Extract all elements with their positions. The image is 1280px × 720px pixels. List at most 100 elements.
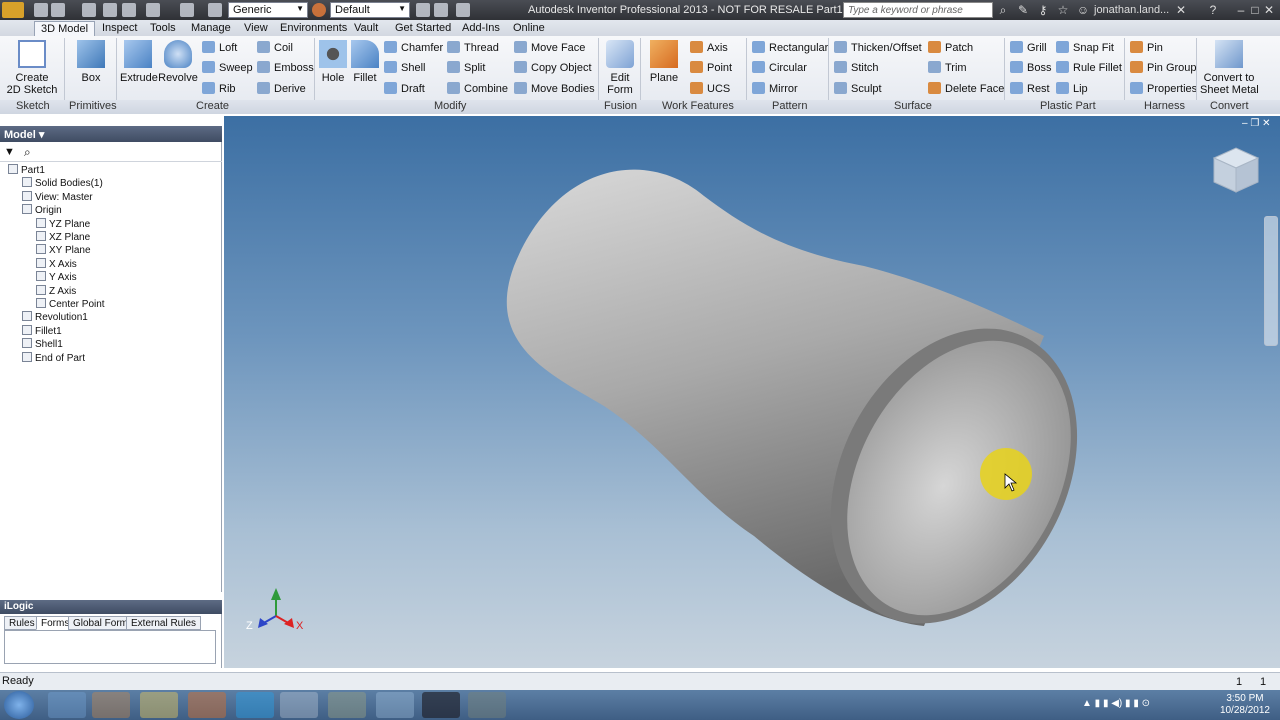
ilogic-header[interactable]: iLogic	[0, 600, 222, 614]
mirror-button[interactable]: Mirror	[752, 82, 798, 96]
redo-icon[interactable]	[122, 3, 136, 17]
calculator-icon[interactable]	[280, 692, 318, 718]
point-button[interactable]: Point	[690, 61, 732, 75]
copy-object-button[interactable]: Copy Object	[514, 61, 592, 75]
box-button[interactable]: Box	[72, 40, 110, 84]
color-icon[interactable]	[434, 3, 448, 17]
hole-button[interactable]: Hole	[318, 40, 348, 84]
create-2d-sketch-button[interactable]: Create 2D Sketch	[6, 40, 58, 96]
thread-button[interactable]: Thread	[447, 41, 499, 55]
convert-to-sheet-metal-button[interactable]: Convert to Sheet Metal	[1200, 40, 1259, 96]
firefox-icon[interactable]	[188, 692, 226, 718]
extrude-button[interactable]: Extrude	[120, 40, 158, 84]
document-icon[interactable]	[376, 692, 414, 718]
appearance-combo[interactable]: Default ▼	[330, 2, 410, 18]
trim-button[interactable]: Trim	[928, 61, 967, 75]
material-combo[interactable]: Generic ▼	[228, 2, 308, 18]
draft-button[interactable]: Draft	[384, 82, 425, 96]
navigation-bar[interactable]	[1264, 216, 1278, 346]
function-icon[interactable]	[456, 3, 470, 17]
model-browser-header[interactable]: Model ▾	[0, 126, 222, 142]
tree-node[interactable]: Center Point	[36, 298, 105, 311]
group-modify[interactable]: Modify	[434, 100, 466, 113]
delete-face-button[interactable]: Delete Face	[928, 82, 1004, 96]
tab-external-rules[interactable]: External Rules	[126, 616, 202, 630]
patch-button[interactable]: Patch	[928, 41, 973, 55]
select-icon[interactable]	[208, 3, 222, 17]
tree-node[interactable]: View: Master	[22, 190, 93, 204]
tab-tools[interactable]: Tools	[144, 21, 182, 36]
rib-button[interactable]: Rib	[202, 82, 236, 96]
inventor-app-icon[interactable]	[328, 692, 366, 718]
search-input[interactable]: Type a keyword or phrase	[843, 2, 993, 18]
tab-3d-model[interactable]: 3D Model	[34, 21, 96, 36]
user-icon[interactable]: ☺	[1076, 3, 1090, 17]
app-logo-icon[interactable]	[2, 2, 24, 18]
sculpt-button[interactable]: Sculpt	[834, 82, 882, 96]
tree-node[interactable]: End of Part	[22, 351, 85, 365]
start-button-icon[interactable]	[4, 691, 34, 719]
key-icon[interactable]: ⚷	[1036, 3, 1050, 17]
shell-button[interactable]: Shell	[384, 61, 425, 75]
skype-icon[interactable]	[236, 692, 274, 718]
minimize-icon[interactable]: –	[1234, 3, 1248, 17]
save-icon[interactable]	[82, 3, 96, 17]
tab-view[interactable]: View	[238, 21, 274, 36]
fillet-button[interactable]: Fillet	[350, 40, 380, 84]
exchange-icon[interactable]: ✕	[1174, 3, 1188, 17]
tree-node[interactable]: Z Axis	[36, 284, 76, 298]
plane-button[interactable]: Plane	[646, 40, 682, 84]
grill-button[interactable]: Grill	[1010, 41, 1047, 55]
revolve-button[interactable]: Revolve	[158, 40, 198, 84]
snap-fit-button[interactable]: Snap Fit	[1056, 41, 1114, 55]
tools-icon[interactable]: ✎	[1016, 3, 1030, 17]
emboss-button[interactable]: Emboss	[257, 61, 314, 75]
move-face-button[interactable]: Move Face	[514, 41, 585, 55]
measure-icon[interactable]	[416, 3, 430, 17]
tree-node[interactable]: Origin	[22, 204, 62, 217]
tab-online[interactable]: Online	[507, 21, 551, 36]
open-icon[interactable]	[51, 3, 65, 17]
undo-icon[interactable]	[103, 3, 117, 17]
tree-node[interactable]: Solid Bodies(1)	[22, 177, 103, 190]
combine-button[interactable]: Combine	[447, 82, 508, 96]
group-surface[interactable]: Surface	[894, 100, 932, 113]
axis-button[interactable]: Axis	[690, 41, 728, 55]
tree-node[interactable]: Shell1	[22, 338, 63, 351]
close-icon[interactable]: ✕	[1262, 3, 1276, 17]
stitch-button[interactable]: Stitch	[834, 61, 879, 75]
program-icon[interactable]	[468, 692, 506, 718]
star-icon[interactable]: ☆	[1056, 3, 1070, 17]
home-icon[interactable]	[146, 3, 160, 17]
file-explorer-icon[interactable]	[140, 692, 178, 718]
tab-environments[interactable]: Environments	[274, 21, 353, 36]
tab-rules[interactable]: Rules	[4, 616, 40, 630]
update-icon[interactable]	[180, 3, 194, 17]
derive-button[interactable]: Derive	[257, 82, 306, 96]
chamfer-button[interactable]: Chamfer	[384, 41, 443, 55]
help-icon[interactable]: ?	[1206, 3, 1220, 17]
internet-explorer-icon[interactable]	[48, 692, 86, 718]
tree-node[interactable]: YZ Plane	[36, 217, 90, 231]
media-player-icon[interactable]	[92, 692, 130, 718]
split-button[interactable]: Split	[447, 61, 485, 75]
tab-add-ins[interactable]: Add-Ins	[456, 21, 506, 36]
tree-node[interactable]: XZ Plane	[36, 231, 90, 244]
pin-group-button[interactable]: Pin Group	[1130, 61, 1197, 75]
boss-button[interactable]: Boss	[1010, 61, 1051, 75]
graphics-viewport[interactable]: X Z – ❐ ✕	[224, 116, 1280, 668]
tree-node[interactable]: Y Axis	[36, 271, 77, 284]
new-icon[interactable]	[34, 3, 48, 17]
filter-icon[interactable]: ▼	[4, 146, 15, 158]
tab-inspect[interactable]: Inspect	[96, 21, 143, 36]
rest-button[interactable]: Rest	[1010, 82, 1050, 96]
sweep-button[interactable]: Sweep	[202, 61, 253, 75]
viewport-window-controls[interactable]: – ❐ ✕	[1242, 118, 1270, 129]
lip-button[interactable]: Lip	[1056, 82, 1088, 96]
ucs-button[interactable]: UCS	[690, 82, 730, 96]
coil-button[interactable]: Coil	[257, 41, 293, 55]
circular-button[interactable]: Circular	[752, 61, 807, 75]
system-tray[interactable]: ▲ ▮ ▮ ◀) ▮ ▮ ⊙	[1082, 698, 1202, 712]
loft-button[interactable]: Loft	[202, 41, 237, 55]
user-name[interactable]: jonathan.land...	[1094, 4, 1169, 16]
